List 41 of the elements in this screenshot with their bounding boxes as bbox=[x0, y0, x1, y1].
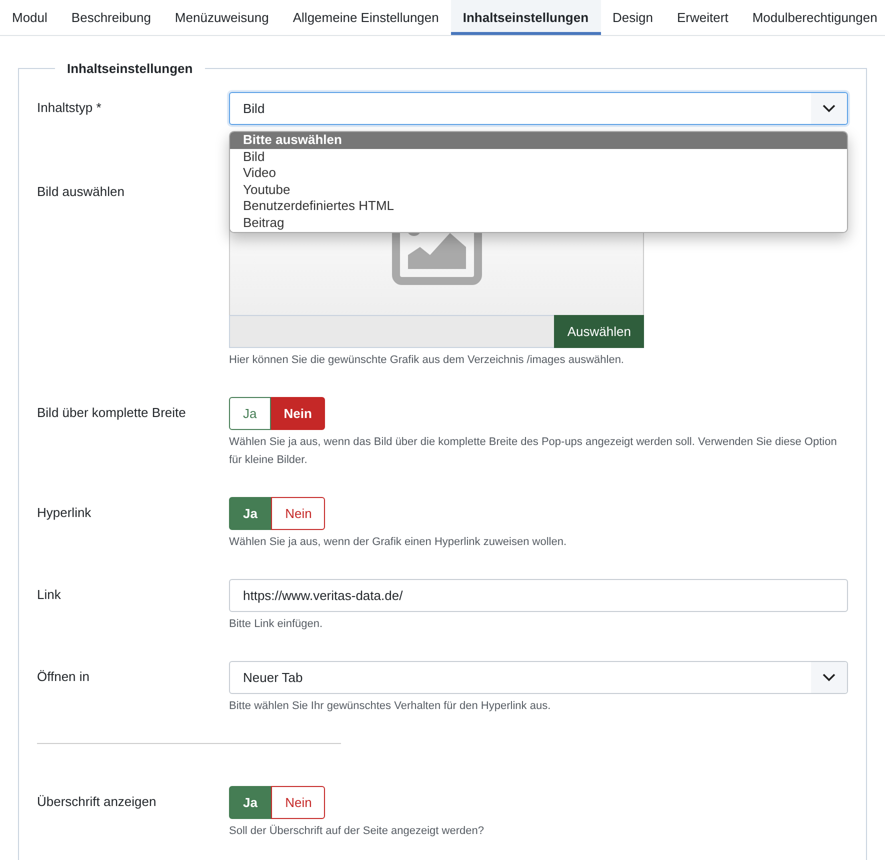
field-label: Bild auswählen bbox=[37, 183, 124, 199]
toggle-option[interactable]: Ja bbox=[229, 786, 272, 819]
dropdown-option[interactable]: Bitte auswählen bbox=[230, 132, 847, 149]
toggle-option[interactable]: Nein bbox=[271, 497, 326, 530]
field-label: Überschrift anzeigen bbox=[37, 793, 156, 809]
help-text: Wählen Sie ja aus, wenn das Bild über die komplette Breite des Pop-ups angezeigt werden soll. Verwenden Sie diese Option für kleine Bilder. bbox=[229, 435, 838, 468]
help-text: Soll der Überschrift auf der Seite angezeigt werden? bbox=[229, 824, 484, 839]
chevron-down-icon bbox=[822, 673, 836, 682]
help-text: Bitte wählen Sie Ihr gewünschtes Verhalten für den Hyperlink aus. bbox=[229, 699, 551, 714]
tab[interactable]: Modul bbox=[0, 0, 60, 35]
select-field[interactable]: Neuer Tab bbox=[229, 661, 848, 694]
chevron-down-icon bbox=[822, 104, 836, 113]
dropdown-option[interactable]: Youtube bbox=[230, 182, 847, 198]
help-text: Wählen Sie ja aus, wenn der Grafik einen Hyperlink zuweisen wollen. bbox=[229, 535, 567, 550]
tab[interactable]: Design bbox=[600, 0, 666, 35]
tab[interactable]: Modulberechtigungen bbox=[740, 0, 885, 35]
dropdown-option[interactable]: Benutzerdefiniertes HTML bbox=[230, 198, 847, 215]
section-title: Inhaltseinstellungen bbox=[66, 61, 194, 76]
dropdown-option[interactable]: Video bbox=[230, 165, 847, 182]
field-label: Inhaltstyp * bbox=[37, 99, 102, 115]
tab[interactable]: Menüzuweisung bbox=[162, 0, 281, 35]
dropdown-option[interactable]: Bild bbox=[230, 148, 847, 166]
image-path-field[interactable] bbox=[229, 315, 554, 348]
toggle-option[interactable]: Ja bbox=[229, 397, 271, 430]
toggle-option[interactable]: Nein bbox=[271, 786, 326, 819]
field-label: Link bbox=[37, 586, 61, 602]
tab[interactable]: Erweitert bbox=[665, 0, 740, 35]
tab[interactable]: Inhaltseinstellungen bbox=[450, 0, 601, 35]
select-button[interactable]: Auswählen bbox=[554, 315, 644, 348]
tab[interactable]: Beschreibung bbox=[59, 0, 163, 35]
field-label: Hyperlink bbox=[37, 504, 92, 520]
help-text: Hier können Sie die gewünschte Grafik aus dem Verzeichnis /images auswählen. bbox=[229, 353, 624, 368]
dropdown-option[interactable]: Beitrag bbox=[230, 214, 847, 232]
select-field[interactable]: Bild bbox=[229, 92, 848, 125]
help-text: Bitte Link einfügen. bbox=[229, 617, 323, 632]
link-field[interactable]: https://www.veritas-data.de/ bbox=[229, 579, 848, 612]
field-label: Öffnen in bbox=[37, 668, 90, 684]
toggle-option[interactable]: Ja bbox=[229, 497, 272, 530]
field-label: Bild über komplette Breite bbox=[37, 404, 186, 420]
tab[interactable]: Allgemeine Einstellungen bbox=[280, 0, 451, 35]
toggle-option[interactable]: Nein bbox=[270, 397, 325, 430]
